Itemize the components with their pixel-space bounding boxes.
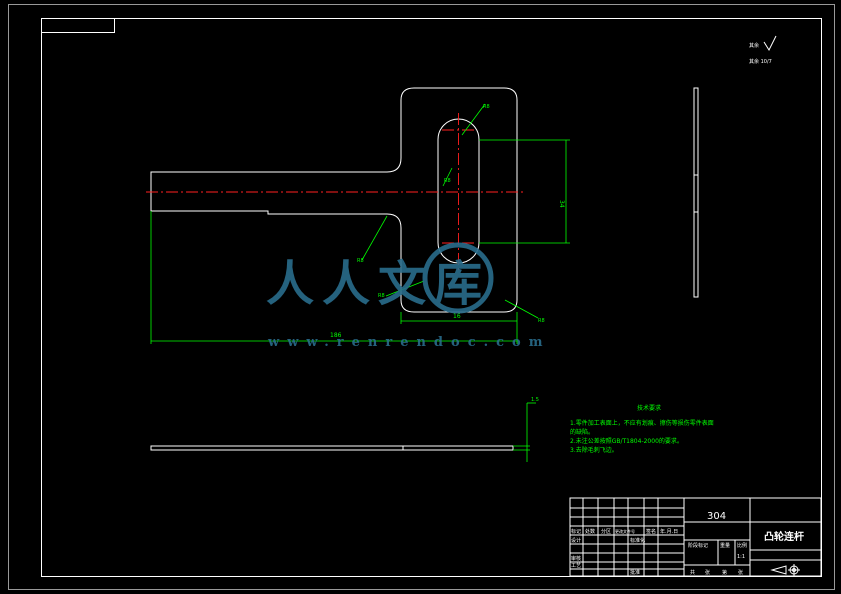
roughness-label-top: 其余	[749, 42, 759, 49]
watermark: 人人文库 www.renrendoc.com	[266, 242, 550, 350]
tb-standard: 标准化	[630, 537, 645, 544]
tech-item-4: 3.去除毛刺飞边。	[570, 446, 618, 454]
watermark-url: www.renrendoc.com	[267, 335, 550, 350]
tb-process: 工艺	[571, 563, 581, 569]
tech-item-1: 1.零件加工表面上，不应有划痕、擦伤等损伤零件表面	[570, 419, 714, 427]
roughness-label-bottom: 其余 10/7	[749, 58, 772, 65]
tb-count: 处数	[585, 528, 595, 535]
dim-slot-width: 16	[453, 313, 461, 320]
tb-stage-mark: 阶段标记	[688, 542, 708, 549]
tb-sign: 签名	[646, 528, 656, 535]
title-block: 标记 处数 分区 更改文件号 签名 年.月.日 设计 标准化 审核 工艺 批准 …	[569, 497, 822, 577]
tb-sheets-1: 共	[690, 569, 695, 576]
tech-item-3: 2.未注公差按照GB/T1804-2000的要求。	[570, 437, 683, 445]
tb-material: 304	[707, 511, 726, 522]
side-view	[693, 87, 699, 298]
tech-item-2: 的缺陷。	[570, 428, 594, 436]
roughness-symbol: 其余 其余 10/7	[749, 35, 777, 65]
dim-slot-length: 34	[558, 200, 565, 208]
cad-drawing: 其余 其余 10/7 186 16 34 R8 R8 R8 R8 R8 1.5 …	[8, 4, 835, 590]
dim-thickness: 1.5	[531, 397, 539, 403]
dim-hole: R8	[444, 178, 451, 184]
dim-r-top: R8	[483, 104, 490, 110]
tb-date: 年.月.日	[660, 528, 678, 535]
tb-design: 设计	[571, 537, 581, 544]
tb-weight: 重量	[720, 542, 730, 549]
tb-sheets-4: 张	[738, 569, 743, 576]
tb-zone: 分区	[601, 528, 611, 535]
tb-mark: 标记	[571, 528, 581, 535]
tb-part-name: 凸轮连杆	[764, 530, 804, 543]
tb-scale: 1:1	[737, 554, 745, 560]
tb-approve: 批准	[630, 569, 640, 576]
tb-sheets-2: 张	[705, 569, 710, 576]
bottom-view: 1.5	[150, 397, 539, 462]
tb-ratio: 比例	[737, 542, 747, 549]
tb-sheets-3: 第	[722, 569, 727, 576]
tech-title: 技术要求	[637, 404, 661, 412]
corner-label-box	[41, 18, 115, 33]
watermark-text: 人人文库	[266, 256, 490, 312]
tech-requirements: 技术要求 1.零件加工表面上，不应有划痕、擦伤等损伤零件表面 的缺陷。 2.未注…	[570, 404, 714, 454]
dim-r-right: R8	[538, 318, 545, 324]
projection-icon	[770, 564, 800, 576]
tb-change-doc: 更改文件号	[615, 528, 635, 534]
tb-review: 审核	[571, 555, 581, 562]
